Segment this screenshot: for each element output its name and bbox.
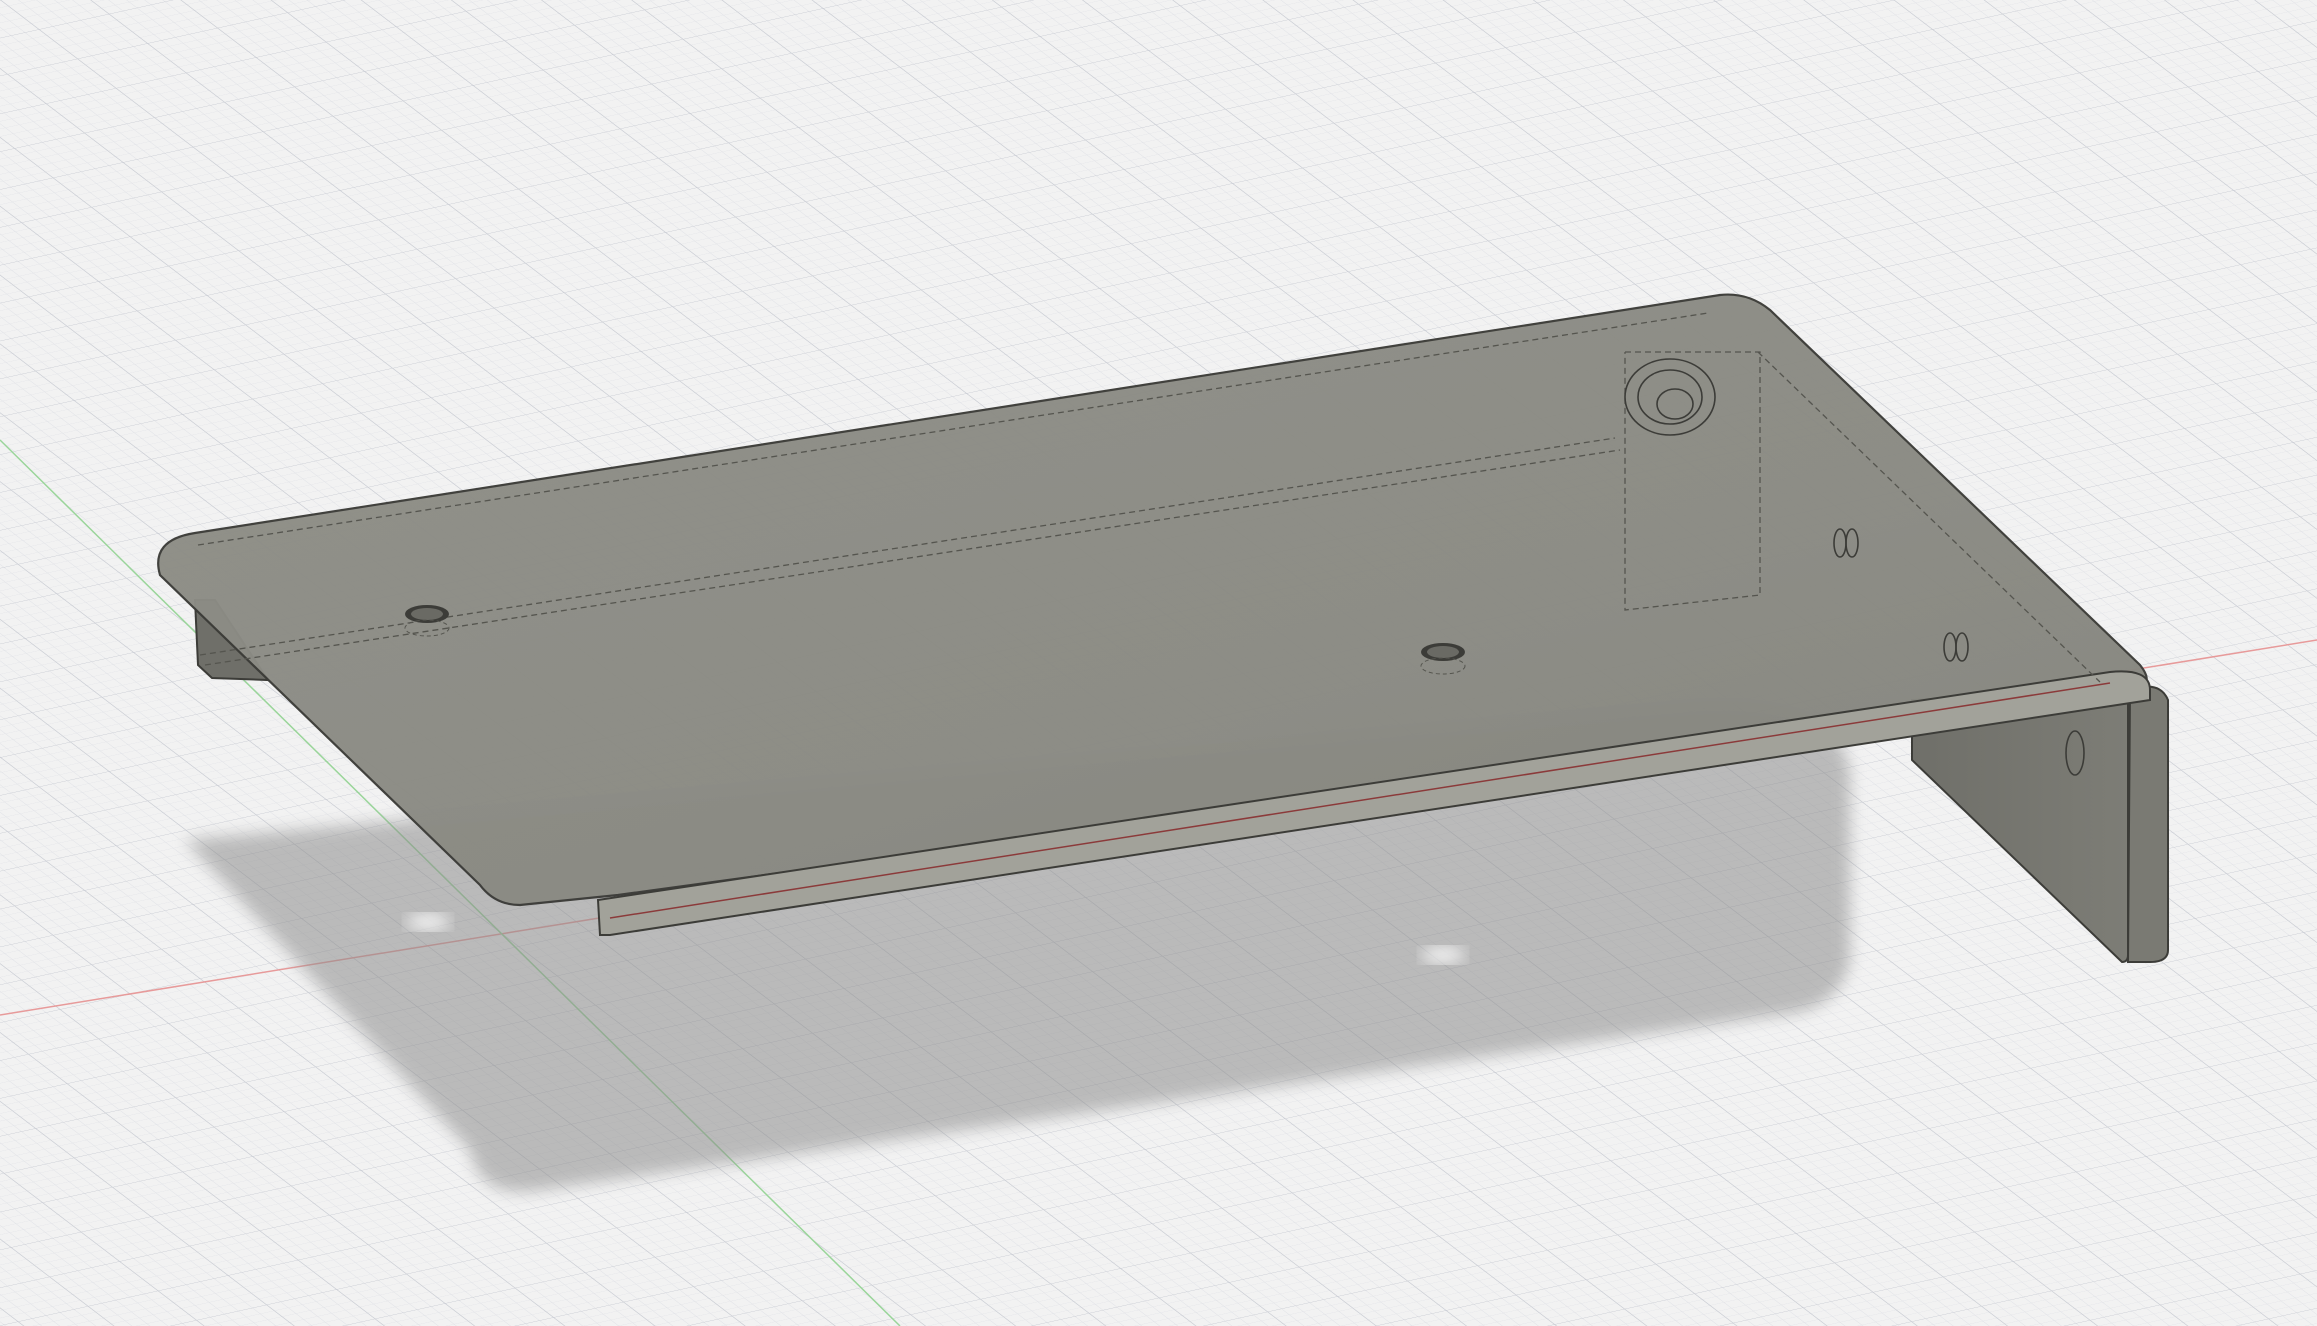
light-spot-2: [1421, 947, 1465, 963]
light-spot-1: [406, 914, 450, 930]
3d-viewport[interactable]: [0, 0, 2317, 1326]
cad-scene[interactable]: [0, 0, 2317, 1326]
right-leg-edge: [2126, 685, 2169, 963]
